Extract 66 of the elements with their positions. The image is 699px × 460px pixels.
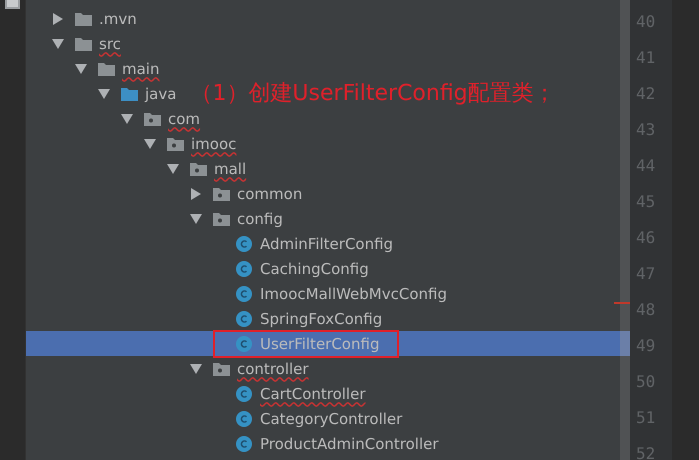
tree-item-label: mall: [214, 160, 246, 178]
tree-row[interactable]: .mvn: [26, 6, 620, 31]
caret-icon[interactable]: [190, 214, 202, 224]
folder-icon: [75, 12, 92, 26]
tree-row[interactable]: main: [26, 56, 620, 81]
caret-icon[interactable]: [190, 364, 202, 374]
error-marker: [614, 302, 630, 304]
caret-icon[interactable]: [75, 64, 87, 74]
tree-row[interactable]: config: [26, 206, 620, 231]
class-icon: [236, 260, 252, 276]
tree-item-label: imooc: [191, 134, 236, 152]
tree-item-label: common: [237, 184, 302, 202]
tree-row[interactable]: mall: [26, 156, 620, 181]
package-icon: [144, 112, 161, 126]
class-icon: [236, 410, 252, 426]
caret-icon[interactable]: [167, 164, 179, 174]
caret-icon[interactable]: [144, 138, 156, 148]
tree-row[interactable]: src: [26, 31, 620, 56]
tree-row[interactable]: ProductAdminController: [26, 431, 620, 456]
caret-icon[interactable]: [121, 114, 133, 124]
tree-item-label: CachingConfig: [260, 260, 369, 278]
tree-row[interactable]: com: [26, 106, 620, 131]
class-icon: [236, 436, 252, 452]
tree-item-label: SpringFoxConfig: [260, 310, 382, 328]
class-icon: [236, 386, 252, 402]
caret-icon[interactable]: [191, 188, 201, 200]
scrollbar[interactable]: [620, 0, 630, 460]
class-icon: [236, 286, 252, 302]
class-icon: [236, 236, 252, 252]
tree-item-label: ProductAdminController: [260, 434, 439, 452]
package-icon: [190, 162, 207, 176]
annotation-text: （1）创建UserFilterConfig配置类；: [190, 81, 556, 106]
tree-item-label: main: [122, 60, 160, 78]
tree-row[interactable]: CachingConfig: [26, 256, 620, 281]
class-icon: [236, 310, 252, 326]
tree-item-label: AdminFilterConfig: [260, 234, 394, 252]
tree-row[interactable]: common: [26, 181, 620, 206]
package-icon: [167, 136, 184, 150]
tree-row[interactable]: AdminFilterConfig: [26, 231, 620, 256]
folder-icon: [121, 86, 138, 100]
tree-item-label: src: [99, 34, 121, 52]
package-icon: [213, 186, 230, 200]
tree-row[interactable]: CategoryController: [26, 406, 620, 431]
package-icon: [213, 212, 230, 226]
tree-item-label: .mvn: [99, 10, 137, 28]
tree-item-label: config: [237, 210, 283, 228]
tree-row[interactable]: imooc: [26, 131, 620, 156]
tree-row[interactable]: CartController: [26, 381, 620, 406]
tree-row[interactable]: controller: [26, 356, 620, 381]
folder-icon: [75, 36, 92, 50]
caret-icon[interactable]: [98, 88, 110, 98]
folder-icon: [98, 62, 115, 76]
caret-icon[interactable]: [53, 12, 63, 24]
caret-icon[interactable]: [52, 38, 64, 48]
package-icon: [213, 362, 230, 376]
tree-item-label: CategoryController: [260, 410, 402, 428]
tree-row[interactable]: ImoocMallWebMvcConfig: [26, 281, 620, 306]
tree-row[interactable]: SpringFoxConfig: [26, 306, 620, 331]
tree-item-label: UserFilterConfig: [260, 334, 380, 352]
class-icon: [236, 336, 252, 352]
tree-item-label: ImoocMallWebMvcConfig: [260, 284, 448, 302]
tree-item-label: com: [168, 110, 200, 128]
tree-row[interactable]: java （1）创建UserFilterConfig配置类；: [26, 81, 620, 106]
tree-item-label: java: [145, 84, 176, 102]
tree-item-label: controller: [237, 360, 309, 378]
tree-item-label: CartController: [260, 384, 366, 402]
